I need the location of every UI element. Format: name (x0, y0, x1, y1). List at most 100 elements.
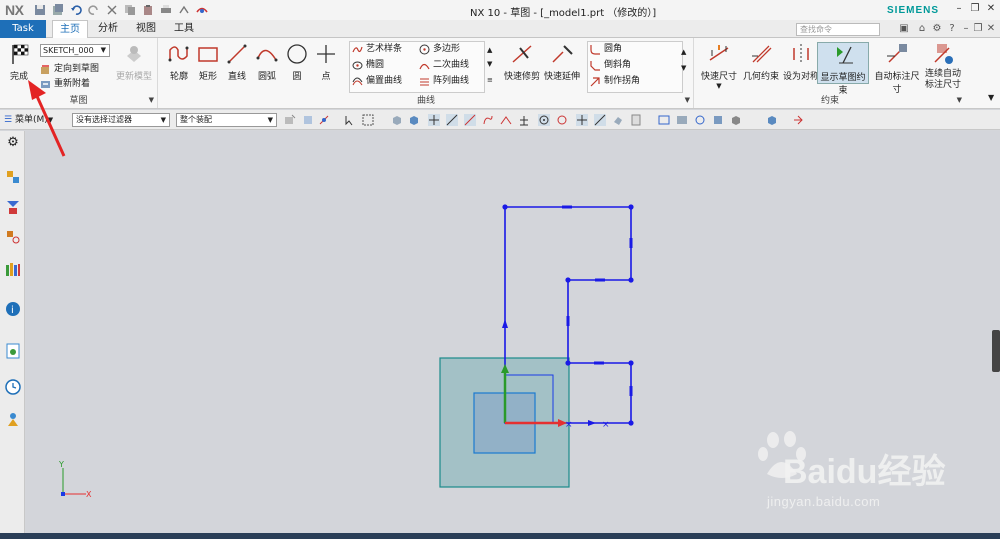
save-icon[interactable] (34, 4, 46, 16)
group-constraint-dropdown-icon[interactable]: ▼ (957, 96, 962, 104)
group-sketch-dropdown-icon[interactable]: ▼ (149, 96, 154, 104)
ellipse-button[interactable]: 椭圆 (352, 59, 384, 72)
box-select-icon[interactable] (362, 114, 374, 126)
tab-analysis[interactable]: 分析 (92, 20, 124, 38)
auto-dimension-button[interactable]: 自动标注尺寸 (871, 42, 923, 95)
snap-point-icon[interactable] (318, 114, 330, 126)
snap-intersection-icon[interactable] (500, 114, 512, 126)
sketch-name-select[interactable]: SKETCH_000 ▼ (40, 44, 110, 57)
reorient-to-sketch-button[interactable]: 定向到草图 (40, 63, 99, 76)
select-component-icon[interactable] (408, 114, 420, 126)
group-curve-dropdown-icon[interactable]: ▼ (685, 96, 690, 104)
paste-icon[interactable] (142, 4, 154, 16)
pattern-curve-button[interactable]: 阵列曲线 (419, 75, 469, 88)
snap-curve-icon[interactable] (482, 114, 494, 126)
system-materials-icon[interactable] (5, 411, 21, 427)
window-icon[interactable] (196, 4, 209, 16)
line-button[interactable]: 直线 (223, 42, 251, 82)
repeat-command-icon[interactable] (178, 4, 190, 16)
snap-point-on-curve-icon[interactable] (594, 114, 606, 126)
select-tools-icon[interactable] (344, 114, 356, 126)
continuous-auto-dimension-button[interactable]: 连续自动 标注尺寸 (923, 42, 963, 91)
ribbon-more-icon[interactable]: ▼ (988, 93, 994, 102)
tab-tools[interactable]: 工具 (168, 20, 200, 38)
snap-end-point-icon[interactable] (428, 114, 440, 126)
redo-icon[interactable] (88, 4, 100, 16)
update-model-button[interactable]: 更新模型 (116, 42, 152, 82)
reattach-button[interactable]: 重新附着 (40, 78, 90, 91)
assembly-navigator-icon[interactable] (5, 199, 21, 215)
quick-trim-button[interactable]: 快速修剪 (502, 42, 542, 82)
menu-button[interactable]: ☰ 菜单(M)▼ (4, 113, 53, 127)
studio-spline-button[interactable]: 艺术样条 (352, 43, 402, 56)
side-panel-handle[interactable] (992, 330, 1000, 372)
tab-home[interactable]: 主页 (52, 20, 88, 38)
snap-control-point-icon[interactable] (464, 114, 476, 126)
snap-perpendicular-icon[interactable] (518, 114, 530, 126)
arc-button[interactable]: 圆弧 (252, 42, 282, 82)
collapse-ribbon-icon[interactable]: ⌂ (916, 23, 928, 35)
edit-section-icon[interactable] (792, 114, 804, 126)
corner-gallery-up-icon[interactable]: ▲ (681, 48, 686, 56)
snap-existing-point-icon[interactable] (576, 114, 588, 126)
feature-select-icon[interactable] (302, 114, 314, 126)
selection-filter-select[interactable]: 没有选择过滤器 ▼ (72, 113, 170, 127)
assembly-scope-select[interactable]: 整个装配 ▼ (176, 113, 277, 127)
doc-restore-icon[interactable]: ❐ (972, 23, 984, 35)
reuse-library-icon[interactable] (5, 261, 21, 277)
circle-button[interactable]: 圆 (283, 42, 311, 82)
constraint-navigator-icon[interactable] (5, 229, 21, 245)
snap-mid-point-icon[interactable] (446, 114, 458, 126)
selection-scope-icon[interactable] (284, 114, 296, 126)
view-zoom-icon[interactable] (676, 114, 688, 126)
graphics-window[interactable]: × × Y X Baidu经验 jingyan.baidu.com (26, 80, 1000, 536)
conic-button[interactable]: 二次曲线 (419, 59, 469, 72)
rapid-dimension-dropdown-icon[interactable]: ▼ (699, 82, 739, 90)
doc-close-icon[interactable]: ✕ (985, 23, 997, 35)
copy-icon[interactable] (124, 4, 136, 16)
corner-gallery-down-icon[interactable]: ▼ (681, 64, 686, 72)
rectangle-button[interactable]: 矩形 (194, 42, 222, 82)
web-browser-icon[interactable] (5, 343, 21, 359)
view-fit-icon[interactable] (658, 114, 670, 126)
command-search-input[interactable]: 查找命令 (796, 23, 880, 36)
settings-icon[interactable]: ⚙ (931, 23, 943, 35)
help-icon[interactable]: ? (946, 23, 958, 35)
hd3d-tools-icon[interactable]: i (5, 301, 21, 317)
orient-view-icon[interactable] (766, 114, 778, 126)
chamfer-button[interactable]: 倒斜角 (590, 59, 631, 72)
gallery-scroll-up-icon[interactable]: ▲ (487, 46, 492, 54)
quick-extend-button[interactable]: 快速延伸 (542, 42, 582, 82)
make-symmetric-button[interactable]: 设为对称 (781, 42, 821, 82)
geometric-constraints-button[interactable]: 几何约束 (741, 42, 781, 82)
finish-sketch-button[interactable]: 完成 (3, 42, 35, 82)
minimize-icon[interactable]: – (952, 3, 966, 16)
point-button[interactable]: 点 (312, 42, 340, 82)
restore-icon[interactable]: ❐ (968, 3, 982, 16)
offset-curve-button[interactable]: 偏置曲线 (352, 75, 402, 88)
snap-quadrant-icon[interactable] (556, 114, 568, 126)
tab-view[interactable]: 视图 (130, 20, 162, 38)
gallery-scroll-down-icon[interactable]: ▼ (487, 60, 492, 68)
polygon-button[interactable]: 多边形 (419, 43, 460, 56)
doc-minimize-icon[interactable]: – (960, 23, 972, 35)
resource-settings-icon[interactable]: ⚙ (5, 135, 21, 151)
make-corner-button[interactable]: 制作拐角 (590, 75, 640, 88)
view-pan-icon[interactable] (712, 114, 724, 126)
rendering-style-icon[interactable] (730, 114, 742, 126)
print-icon[interactable] (160, 4, 172, 16)
history-icon[interactable] (5, 379, 21, 395)
part-navigator-icon[interactable] (5, 169, 21, 185)
close-icon[interactable]: ✕ (984, 3, 998, 16)
select-body-icon[interactable] (391, 114, 403, 126)
profile-button[interactable]: 轮廓 (164, 42, 194, 82)
snap-point-on-surface-icon[interactable] (612, 114, 624, 126)
cut-icon[interactable] (106, 4, 118, 16)
undo-icon[interactable] (70, 4, 83, 16)
command-finder-icon[interactable]: ▣ (898, 23, 910, 35)
view-rotate-icon[interactable] (694, 114, 706, 126)
snap-bounded-grid-icon[interactable] (630, 114, 642, 126)
save-all-icon[interactable] (52, 4, 64, 16)
gallery-expand-icon[interactable]: ≡ (487, 76, 493, 84)
fillet-button[interactable]: 圆角 (590, 43, 622, 56)
